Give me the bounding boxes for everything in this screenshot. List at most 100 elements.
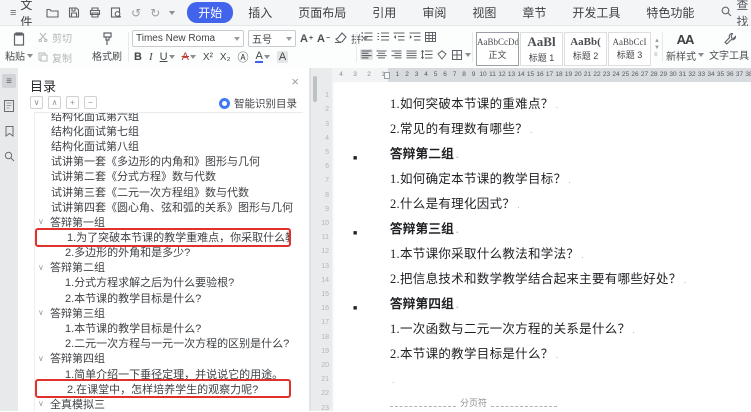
menu-tab-7[interactable]: 开发工具 [561,2,631,23]
toc-expand-all-button[interactable]: ∨ [30,96,43,109]
style-card-2[interactable]: AaBb(标题 2 [564,32,607,66]
toc-item-row[interactable]: 结构化面试第七组 [35,123,303,138]
font-name-select[interactable]: Times New Roma [132,30,244,47]
bold-button[interactable]: B [134,51,142,63]
doc-paragraph[interactable]: 2.把信息技术和数学教学结合起来主要有哪些好处？. [390,271,737,288]
find-pane-icon[interactable] [2,149,16,163]
style-card-3[interactable]: AaBbCcI标题 3 [608,32,651,66]
save-icon[interactable] [68,7,80,18]
toc-item-row[interactable]: 1.分式方程求解之后为什么要验根? [35,275,303,290]
toc-nav-icon[interactable]: ≡ [2,74,16,88]
italic-button[interactable]: I [149,51,153,63]
toc-item-row[interactable]: 结构化面试第六组 [35,112,303,123]
chevron-down-icon[interactable]: ∨ [38,308,50,317]
menu-tab-5[interactable]: 视图 [461,2,507,23]
doc-paragraph[interactable]: 1.如何突破本节课的重难点？. [390,96,737,113]
redo-icon[interactable]: ↻ [150,6,160,20]
bullet-list-button[interactable] [360,31,373,42]
line-spacing-button[interactable] [420,49,433,60]
style-card-0[interactable]: AaBbCcDd正文 [476,32,519,66]
toc-item-row[interactable]: 1.简单介绍一下垂径定理，并说说它的用途。 [35,366,303,381]
copy-button[interactable]: 复制 [38,50,86,65]
align-center-button[interactable] [375,49,388,60]
gallery-up-icon[interactable]: ▲ [654,39,660,44]
doc-heading[interactable]: ■答辩第四组. [390,296,737,313]
format-painter-button[interactable]: 格式刷 [88,26,126,68]
page-thumbnail-icon[interactable] [2,99,16,113]
doc-paragraph[interactable]: 1.本节课你采取什么教法和学法？. [390,246,737,263]
document-page[interactable]: 1.如何突破本节课的重难点？. 2.常见的有理数有哪些？. ■答辩第二组. 1.如何确… [332,82,751,411]
grow-font-button[interactable]: A+ [300,33,313,45]
new-style-button[interactable]: AA 新样式 [666,26,704,68]
shrink-font-button[interactable]: A− [317,33,330,45]
gallery-more-icon[interactable]: ≡ [654,53,660,58]
chevron-down-icon[interactable]: ∨ [38,263,50,272]
borders-button[interactable] [450,49,463,60]
toc-item-row[interactable]: 2.多边形的外角和是多少? [35,245,303,260]
chevron-down-icon[interactable]: ∨ [38,217,50,226]
printer-icon[interactable] [89,7,101,18]
close-icon[interactable]: × [291,74,299,89]
increase-indent-button[interactable] [408,31,421,42]
strikethrough-button[interactable]: A [182,51,189,63]
menu-tab-3[interactable]: 引用 [361,2,407,23]
decrease-indent-button[interactable] [392,31,405,42]
menu-tab-6[interactable]: 章节 [511,2,557,23]
toc-item-row[interactable]: 结构化面试第八组 [35,138,303,153]
doc-paragraph[interactable]: 2.常见的有理数有哪些？. [390,121,737,138]
numbered-list-button[interactable] [376,31,389,42]
toc-item-row[interactable]: 试讲第二套《分式方程》数与代数 [35,169,303,184]
underline-button[interactable]: U [160,51,168,63]
toc-group-row[interactable]: ∨答辩第二组 [35,260,303,275]
toc-group-row[interactable]: ∨全真模拟三 [35,396,303,411]
toc-item-row[interactable]: 试讲第四套《圆心角、弦和弧的关系》图形与几何 [35,199,303,214]
menu-tab-0[interactable]: 开始 [187,2,233,23]
menu-tab-8[interactable]: 特色功能 [635,2,705,23]
style-card-1[interactable]: AaBl标题 1 [520,32,563,66]
text-tool-button[interactable]: 文字工具 [708,26,750,68]
toc-item-row[interactable]: 2.二元一次方程与一元一次方程的区别是什么? [35,336,303,351]
doc-paragraph[interactable]: 2.什么是有理化因式？. [390,196,737,213]
toc-item-row[interactable]: 试讲第一套《多边形的内角和》图形与几何 [35,154,303,169]
toc-group-row[interactable]: ∨答辩第四组 [35,351,303,366]
gallery-down-icon[interactable]: ▼ [654,46,660,51]
undo-icon[interactable]: ↺ [131,6,141,20]
menu-tab-1[interactable]: 插入 [237,2,283,23]
align-justify-button[interactable] [405,49,418,60]
doc-paragraph[interactable]: 1.如何确定本节课的教学目标？. [390,171,737,188]
insert-table-button[interactable] [424,31,437,42]
shading-button[interactable] [435,49,448,60]
smart-identify-toc-button[interactable]: 智能识别目录 [219,96,297,111]
chevron-down-icon[interactable]: ∨ [38,354,50,363]
toc-item-row[interactable]: 试讲第三套《二元一次方程组》数与代数 [35,184,303,199]
gallery-scroll[interactable]: ▲ ▼ ≡ [654,39,660,58]
font-size-select[interactable]: 五号 [248,30,296,47]
align-right-button[interactable] [390,49,403,60]
doc-paragraph[interactable]: 1.一次函数与二元一次方程的关系是什么？. [390,321,737,338]
doc-heading[interactable]: ■答辩第二组. [390,146,737,163]
chevron-down-icon[interactable]: ∨ [38,399,50,408]
menu-tab-4[interactable]: 审阅 [411,2,457,23]
toc-item-row[interactable]: 2.本节课的教学目标是什么? [35,290,303,305]
superscript-button[interactable]: X² [203,52,213,63]
paste-button[interactable]: 粘贴 [4,26,34,68]
doc-paragraph[interactable]: 2.本节课的教学目标是什么？. [390,346,737,363]
print-preview-icon[interactable] [110,7,122,18]
enclose-char-button[interactable]: Ⓐ [237,49,248,65]
subscript-button[interactable]: X₂ [220,52,231,63]
open-folder-icon[interactable] [46,7,59,18]
toc-collapse-all-button[interactable]: ∧ [48,96,61,109]
toc-item-row[interactable]: 1.本节课的教学目标是什么? [35,320,303,335]
toc-scrollbar-thumb[interactable] [313,76,317,102]
align-left-button[interactable] [360,49,373,60]
quickbar-dropdown-icon[interactable] [169,11,175,15]
toc-minus-button[interactable]: − [84,96,97,109]
doc-heading[interactable]: ■答辩第三组. [390,221,737,238]
doc-empty-line[interactable]: . [390,371,737,388]
bookmark-icon[interactable] [2,124,16,138]
cut-button[interactable]: 剪切 [38,30,86,45]
char-shading-button[interactable]: A [277,51,288,63]
font-color-button[interactable]: A [255,51,262,63]
toc-plus-button[interactable]: + [66,96,79,109]
toc-group-row[interactable]: ∨答辩第三组 [35,305,303,320]
